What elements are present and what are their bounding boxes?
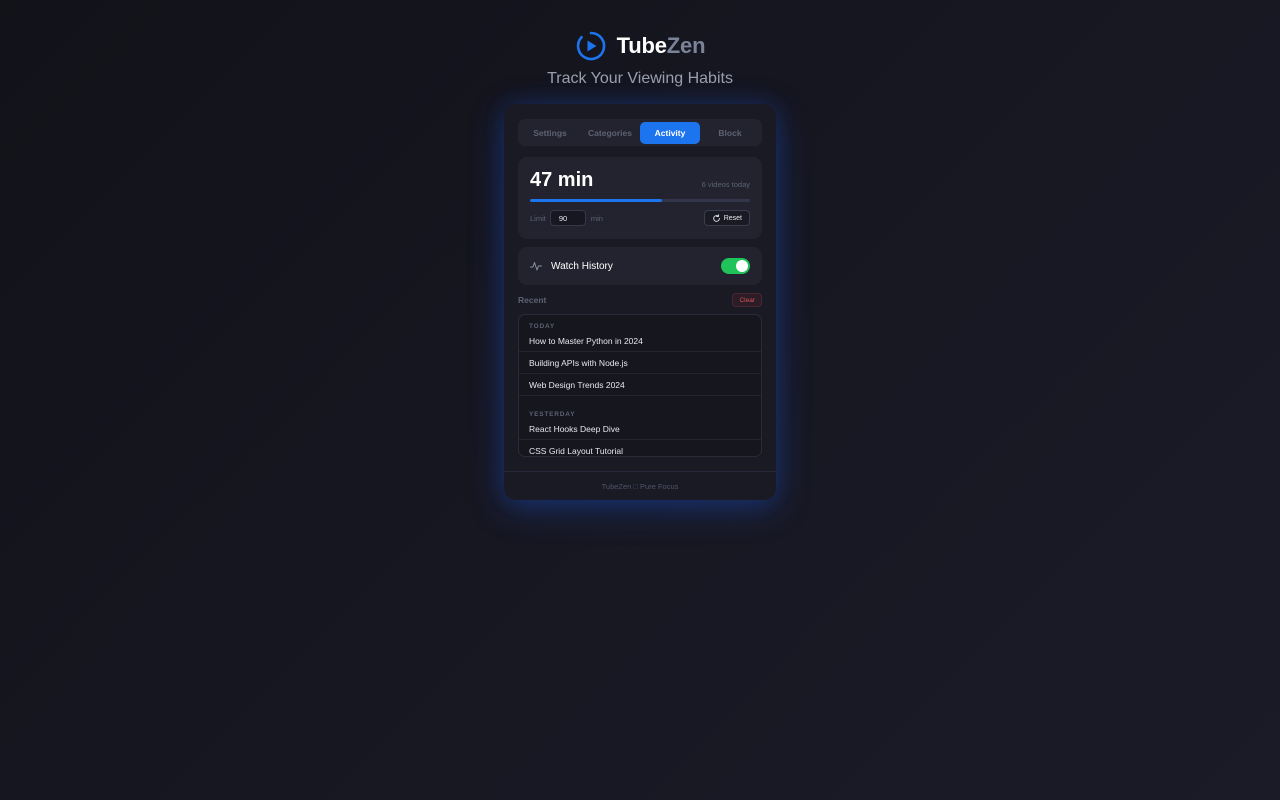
recent-header: Recent Clear bbox=[518, 293, 762, 307]
time-progress-bar bbox=[530, 199, 750, 202]
tab-block[interactable]: Block bbox=[700, 122, 760, 144]
brand-name: TubeZen bbox=[617, 33, 706, 59]
limit-input[interactable] bbox=[549, 210, 586, 226]
watch-history-toggle[interactable] bbox=[721, 258, 750, 274]
tab-activity[interactable]: Activity bbox=[640, 121, 700, 144]
limit-unit: min bbox=[590, 213, 603, 223]
tab-categories[interactable]: Categories bbox=[580, 122, 640, 144]
group-label-yesterday: YESTERDAY bbox=[529, 411, 576, 418]
brand: TubeZen bbox=[575, 30, 706, 62]
clear-button[interactable]: Clear bbox=[732, 293, 762, 307]
stats-card: 47 min 6 videos today Limit min Reset bbox=[518, 157, 762, 239]
list-item[interactable]: How to Master Python in 2024 bbox=[519, 330, 761, 352]
recent-label: Recent bbox=[518, 295, 547, 305]
limit-row: Limit min Reset bbox=[530, 210, 750, 226]
history-list[interactable]: TODAY How to Master Python in 2024 Build… bbox=[518, 314, 762, 457]
watch-history-label: Watch History bbox=[551, 260, 613, 272]
subtitle: Track Your Viewing Habits bbox=[547, 70, 733, 87]
list-item[interactable]: Web Design Trends 2024 bbox=[519, 374, 761, 396]
tab-bar: Settings Categories Activity Block bbox=[518, 119, 762, 146]
list-item[interactable]: CSS Grid Layout Tutorial bbox=[519, 440, 761, 456]
group-label-today: TODAY bbox=[529, 323, 556, 330]
reset-label: Reset bbox=[723, 214, 742, 222]
list-item[interactable]: Building APIs with Node.js bbox=[519, 352, 761, 374]
toggle-knob bbox=[736, 260, 748, 272]
group-gap bbox=[519, 396, 761, 403]
popup-panel: Settings Categories Activity Block 47 mi… bbox=[504, 104, 776, 500]
panel-footer: TubeZen □ Pure Focus bbox=[504, 471, 776, 500]
brand-name-tube: Tube bbox=[616, 33, 667, 58]
watch-time: 47 min bbox=[530, 169, 594, 191]
brand-name-zen: Zen bbox=[666, 33, 706, 58]
play-circle-icon bbox=[576, 31, 606, 61]
progress-fill bbox=[530, 199, 662, 202]
app-header: TubeZen Track Your Viewing Habits bbox=[0, 30, 1280, 88]
list-item[interactable]: React Hooks Deep Dive bbox=[519, 418, 761, 440]
videos-count: 6 videos today bbox=[701, 180, 750, 189]
limit-label: Limit bbox=[530, 213, 546, 223]
refresh-icon bbox=[712, 213, 720, 222]
reset-button[interactable]: Reset bbox=[703, 210, 750, 226]
watch-history-card: Watch History bbox=[518, 247, 762, 285]
tab-settings[interactable]: Settings bbox=[520, 122, 580, 144]
pulse-icon bbox=[530, 262, 542, 271]
